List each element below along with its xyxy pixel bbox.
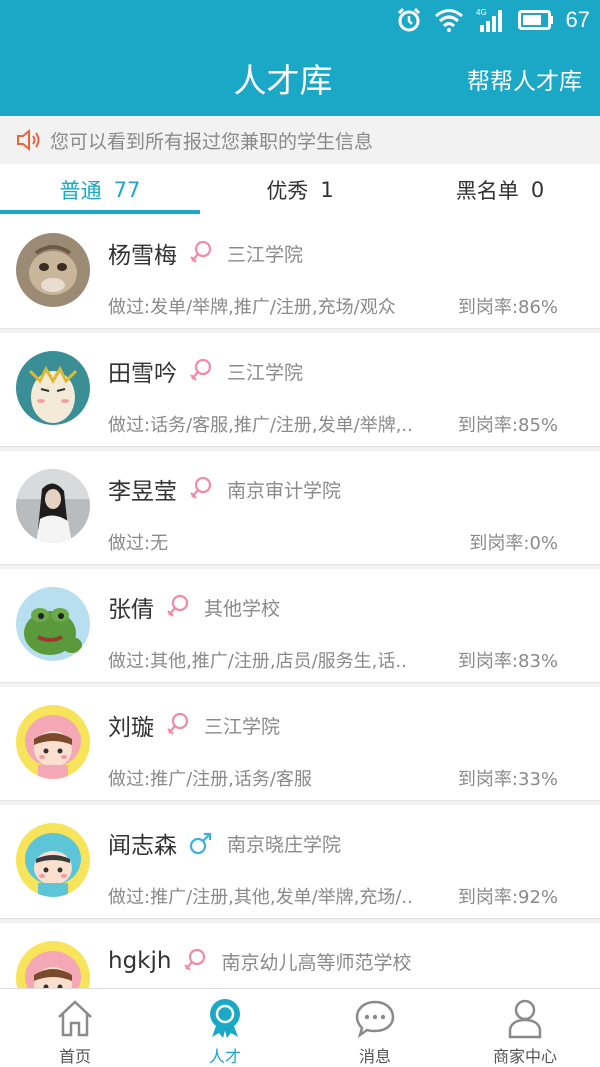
school: 南京审计学院 [227, 479, 342, 502]
work-history: 做过:推广/注册,话务/客服 [108, 769, 312, 790]
student-name: hgkjh [108, 948, 172, 974]
chat-bubble-icon [355, 1000, 395, 1039]
nav-label: 人才 [208, 1047, 241, 1066]
cartoon-face-icon [16, 351, 90, 425]
avatar [16, 823, 90, 897]
wifi-icon [434, 9, 463, 32]
speaker-icon [17, 129, 40, 151]
female-icon [166, 712, 190, 738]
name-row: 张倩 其他学校 [108, 589, 280, 625]
girl-photo-icon [16, 469, 90, 543]
school: 其他学校 [204, 597, 281, 620]
avatar [16, 233, 90, 307]
nav-label: 首页 [58, 1047, 91, 1066]
app-header: 人才库 帮帮人才库 [0, 40, 600, 116]
attendance-rate: 到岗率:85% [457, 415, 558, 436]
female-icon [183, 948, 207, 974]
name-row: 闻志森 南京晓庄学院 [108, 825, 341, 861]
nav-talent[interactable]: 人才 [150, 989, 300, 1067]
attendance-rate: 到岗率:33% [457, 769, 558, 790]
person-icon [508, 999, 542, 1039]
school: 三江学院 [227, 361, 304, 384]
battery-level: 67 [565, 7, 590, 32]
student-name: 闻志森 [108, 833, 177, 859]
tab-excellent[interactable]: 优秀 1 [200, 164, 400, 216]
attendance-rate: 到岗率:0% [469, 533, 558, 554]
battery-icon [517, 10, 553, 30]
pink-hood-girl-icon [16, 705, 90, 779]
student-name: 李昱莹 [108, 479, 177, 505]
name-row: 李昱莹 南京审计学院 [108, 471, 341, 507]
tab-normal[interactable]: 普通 77 [0, 164, 200, 216]
tab-count: 0 [530, 178, 545, 202]
avatar [16, 941, 90, 988]
work-history: 做过:无 [108, 533, 169, 554]
name-row: hgkjh 南京幼儿高等师范学校 [108, 943, 411, 979]
name-row: 刘璇 三江学院 [108, 707, 280, 743]
female-icon [166, 594, 190, 620]
work-history: 做过:其他,推广/注册,店员/服务生,话.. [108, 651, 407, 672]
tab-active-indicator [0, 210, 200, 214]
attendance-rate: 到岗率:86% [457, 297, 558, 318]
tab-label: 黑名单 [455, 179, 519, 203]
student-card[interactable]: 杨雪梅 三江学院 做过:发单/举牌,推广/注册,充场/观众 到岗率:86% [0, 215, 600, 329]
avatar [16, 587, 90, 661]
status-bar: 4G 67 [0, 0, 600, 40]
status-icons: 4G 67 [396, 4, 590, 36]
student-name: 田雪吟 [108, 361, 177, 387]
school: 南京晓庄学院 [227, 833, 342, 856]
female-icon [189, 358, 213, 384]
student-card[interactable]: 张倩 其他学校 做过:其他,推广/注册,店员/服务生,话.. 到岗率:83% [0, 569, 600, 683]
avatar [16, 469, 90, 543]
nav-label: 商家中心 [492, 1047, 557, 1066]
school: 三江学院 [227, 243, 304, 266]
work-history: 做过:发单/举牌,推广/注册,充场/观众 [108, 297, 396, 318]
student-card[interactable]: hgkjh 南京幼儿高等师范学校 [0, 923, 600, 988]
student-name: 张倩 [108, 597, 154, 623]
school: 三江学院 [204, 715, 281, 738]
tab-count: 77 [113, 178, 141, 202]
student-list[interactable]: 杨雪梅 三江学院 做过:发单/举牌,推广/注册,充场/观众 到岗率:86% 田雪… [0, 215, 600, 988]
monkey-photo-icon [16, 233, 90, 307]
female-icon [189, 240, 213, 266]
student-card[interactable]: 田雪吟 三江学院 做过:话务/客服,推广/注册,发单/举牌,.. 到岗率:85% [0, 333, 600, 447]
pepe-frog-icon [16, 587, 90, 661]
nav-messages[interactable]: 消息 [300, 989, 450, 1067]
attendance-rate: 到岗率:92% [457, 887, 558, 908]
blue-hood-boy-icon [16, 823, 90, 897]
signal-icon: 4G [476, 8, 502, 32]
nav-merchant-center[interactable]: 商家中心 [450, 989, 600, 1067]
nav-home[interactable]: 首页 [0, 989, 150, 1067]
pink-hood-girl-icon [16, 941, 90, 988]
name-row: 杨雪梅 三江学院 [108, 235, 303, 271]
svg-text:4G: 4G [476, 8, 487, 17]
work-history: 做过:话务/客服,推广/注册,发单/举牌,.. [108, 415, 413, 436]
student-card[interactable]: 李昱莹 南京审计学院 做过:无 到岗率:0% [0, 451, 600, 565]
work-history: 做过:推广/注册,其他,发单/举牌,充场/.. [108, 887, 413, 908]
school: 南京幼儿高等师范学校 [221, 951, 412, 974]
student-name: 刘璇 [108, 715, 154, 741]
notice-text: 您可以看到所有报过您兼职的学生信息 [50, 130, 374, 153]
bottom-nav: 首页 人才 消息 商家中心 [0, 988, 600, 1067]
avatar [16, 351, 90, 425]
award-icon [210, 999, 240, 1038]
notice-bar: 您可以看到所有报过您兼职的学生信息 [0, 116, 600, 164]
tab-blacklist[interactable]: 黑名单 0 [400, 164, 600, 216]
student-card[interactable]: 闻志森 南京晓庄学院 做过:推广/注册,其他,发单/举牌,充场/.. 到岗率:9… [0, 805, 600, 919]
home-icon [58, 1000, 92, 1037]
tab-bar: 普通 77 优秀 1 黑名单 0 [0, 164, 600, 216]
avatar [16, 705, 90, 779]
alarm-icon [397, 7, 420, 32]
attendance-rate: 到岗率:83% [457, 651, 558, 672]
female-icon [189, 476, 213, 502]
tab-label: 普通 [59, 179, 102, 203]
bangbang-talent-link[interactable]: 帮帮人才库 [467, 62, 582, 96]
tab-label: 优秀 [266, 179, 309, 203]
name-row: 田雪吟 三江学院 [108, 353, 303, 389]
student-name: 杨雪梅 [108, 243, 177, 269]
tab-count: 1 [320, 178, 334, 202]
student-card[interactable]: 刘璇 三江学院 做过:推广/注册,话务/客服 到岗率:33% [0, 687, 600, 801]
male-icon [189, 830, 213, 856]
nav-label: 消息 [358, 1047, 391, 1066]
